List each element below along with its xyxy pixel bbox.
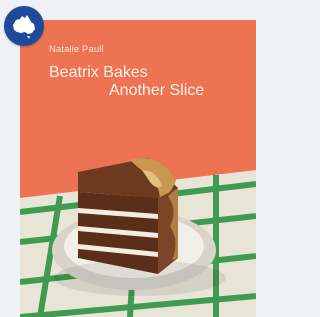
book-title: Beatrix Bakes Another Slice <box>49 64 249 100</box>
australia-map-icon <box>13 15 35 39</box>
book-title-line-1: Beatrix Bakes <box>49 64 148 81</box>
book-cover-image[interactable]: Natalie Paull Beatrix Bakes Another Slic… <box>20 20 256 317</box>
australian-made-badge <box>4 6 44 46</box>
book-author: Natalie Paull <box>49 44 104 55</box>
book-title-line-2: Another Slice <box>109 82 205 99</box>
product-card[interactable]: Natalie Paull Beatrix Bakes Another Slic… <box>0 0 258 317</box>
